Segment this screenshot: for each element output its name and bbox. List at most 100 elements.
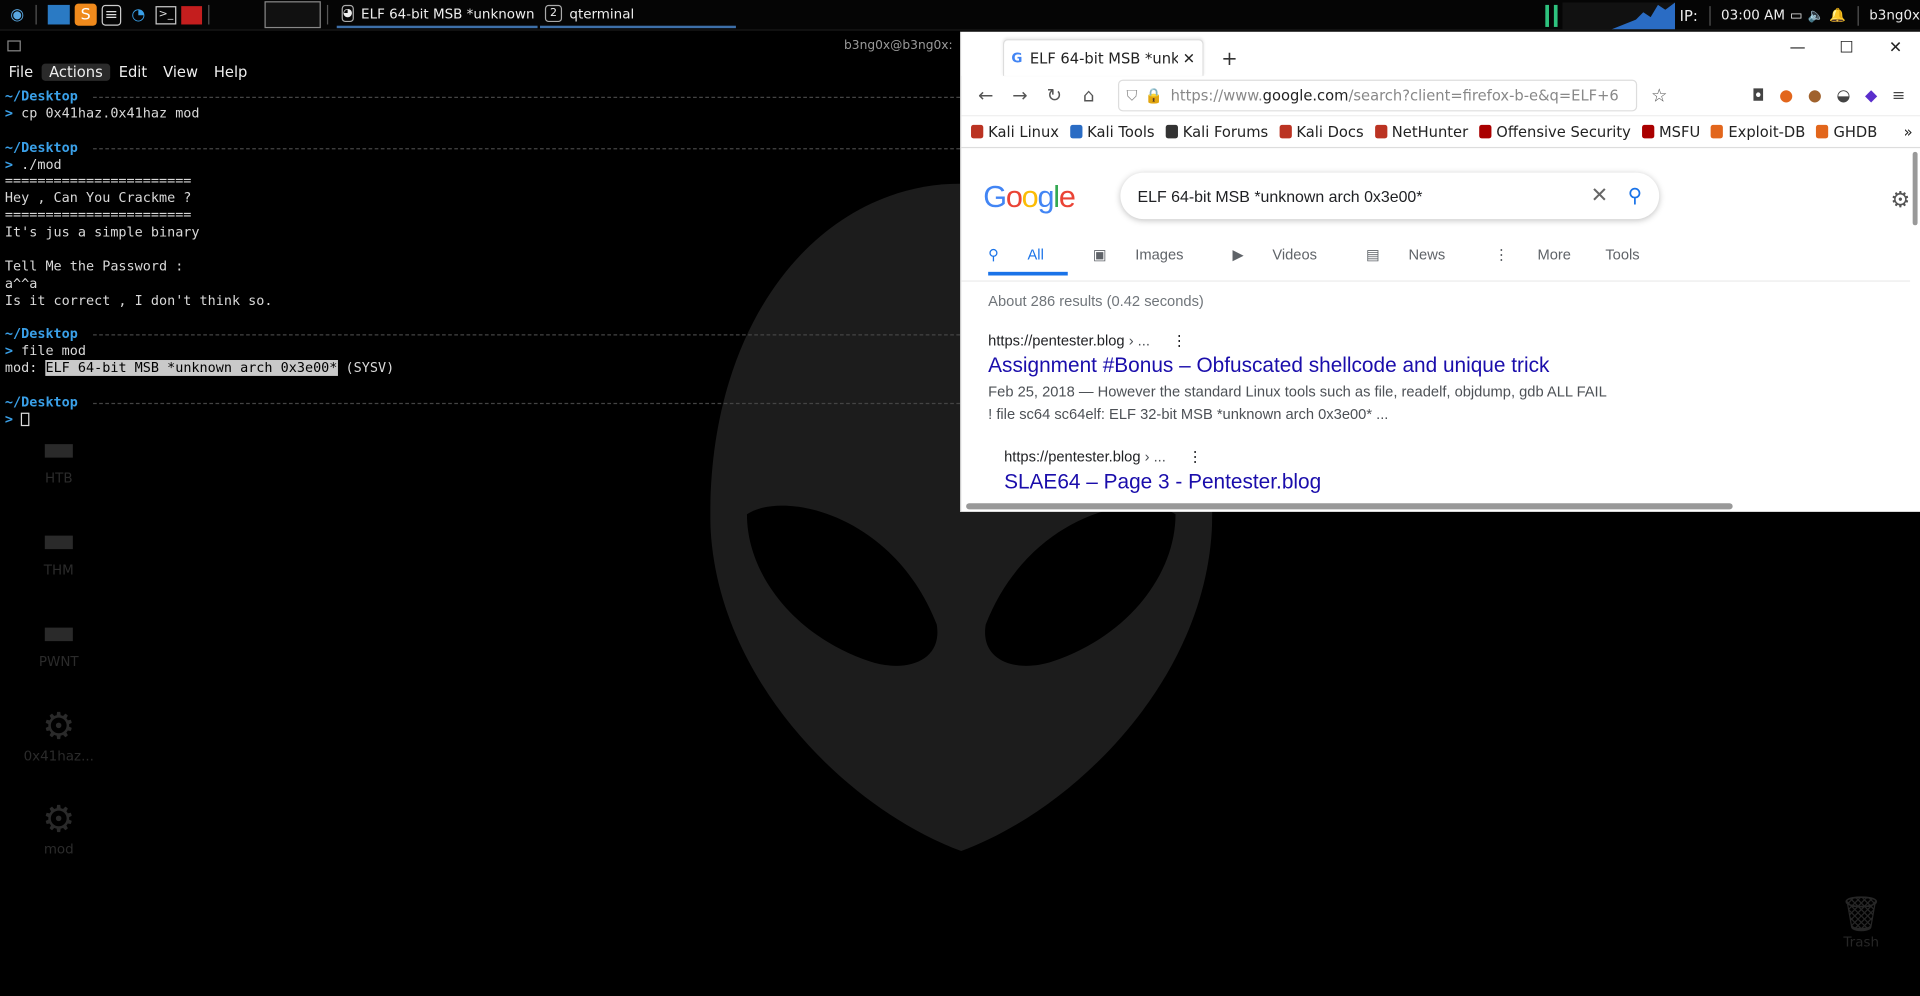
workspace-switcher-icon[interactable] bbox=[264, 1, 321, 29]
shield-icon[interactable]: ⛉ bbox=[1127, 86, 1138, 104]
app-icon-red[interactable] bbox=[181, 5, 203, 24]
bookmark-item[interactable]: Kali Forums bbox=[1165, 123, 1268, 140]
search-box[interactable]: ELF 64-bit MSB *unknown arch 0x3e00* ✕ ⚲ bbox=[1120, 173, 1659, 220]
tab-label: Images bbox=[1135, 246, 1184, 264]
text-editor-icon[interactable]: ≡ bbox=[101, 4, 122, 26]
home-button[interactable]: ⌂ bbox=[1071, 84, 1105, 106]
result-snippet: Feb 25, 2018 — However the standard Linu… bbox=[988, 381, 1625, 425]
more-vert-icon[interactable]: ⋮ bbox=[1172, 332, 1187, 349]
selected-text[interactable]: ELF 64-bit MSB *unknown arch 0x3e00* bbox=[45, 360, 337, 377]
terminal-icon[interactable]: >_ bbox=[155, 5, 177, 24]
close-window-button[interactable]: ✕ bbox=[1871, 32, 1920, 66]
pocket-icon[interactable]: ◘ bbox=[1752, 86, 1765, 104]
trash-icon: 🗑 bbox=[1839, 893, 1883, 935]
tab-more[interactable]: ⋮ More bbox=[1494, 246, 1595, 280]
lock-icon[interactable]: 🔒 bbox=[1145, 87, 1163, 104]
terminal-window-icon bbox=[7, 39, 21, 51]
bookmark-item[interactable]: MSFU bbox=[1641, 123, 1700, 140]
bookmark-item[interactable]: NetHunter bbox=[1374, 123, 1468, 140]
result-cite[interactable]: https://pentester.blog › ... ⋮ bbox=[1004, 448, 1616, 465]
browser-tab[interactable]: G ELF 64-bit MSB *unknown ✕ bbox=[1002, 39, 1204, 76]
menu-actions[interactable]: Actions bbox=[41, 63, 111, 81]
horizontal-scrollbar[interactable] bbox=[966, 503, 1733, 510]
clock[interactable]: 03:00 AM bbox=[1721, 7, 1785, 23]
menu-help[interactable]: Help bbox=[207, 64, 255, 81]
maximize-button[interactable]: ☐ bbox=[1822, 32, 1871, 66]
output-line: mod: ELF 64-bit MSB *unknown arch 0x3e00… bbox=[0, 360, 960, 377]
bookmark-item[interactable]: GHDB bbox=[1816, 123, 1877, 140]
tab-title: ELF 64-bit MSB *unknown bbox=[1029, 49, 1178, 67]
bookmarks-overflow-icon[interactable]: » bbox=[1904, 123, 1913, 140]
notification-icon[interactable]: 🔔 bbox=[1829, 7, 1846, 23]
vertical-scrollbar[interactable] bbox=[1912, 151, 1918, 226]
bookmark-item[interactable]: Kali Tools bbox=[1070, 123, 1155, 140]
clear-search-icon[interactable]: ✕ bbox=[1591, 184, 1608, 208]
prompt-dir: ~/Desktop bbox=[4, 326, 78, 343]
browser-icon[interactable]: ◔ bbox=[126, 2, 150, 26]
task-qterminal[interactable]: 2 qterminal bbox=[540, 1, 736, 29]
new-tab-button[interactable]: + bbox=[1216, 39, 1243, 76]
news-icon: ▤ bbox=[1365, 246, 1384, 264]
kali-menu-icon[interactable]: ◉ bbox=[5, 2, 29, 26]
cite-tail: › ... bbox=[1140, 448, 1166, 466]
close-tab-icon[interactable]: ✕ bbox=[1183, 50, 1195, 67]
extension-icon[interactable]: ◆ bbox=[1865, 86, 1877, 104]
bookmark-star-icon[interactable]: ☆ bbox=[1642, 84, 1676, 106]
taskbar: ◉ S ≡ ◔ >_ ◕ ELF 64-bit MSB *unknown ar..… bbox=[0, 0, 1920, 31]
tab-videos[interactable]: ▶ Videos bbox=[1232, 246, 1341, 280]
volume-icon[interactable]: 🔈 bbox=[1808, 7, 1825, 23]
tab-images[interactable]: ▣ Images bbox=[1093, 246, 1208, 280]
result-title-link[interactable]: SLAE64 – Page 3 - Pentester.blog bbox=[1004, 470, 1616, 494]
browser-navbar: ← → ↻ ⌂ ⛉ 🔒 https://www. google.com/searc… bbox=[961, 76, 1920, 117]
browser-tabbar: G ELF 64-bit MSB *unknown ✕ + — ☐ ✕ bbox=[961, 31, 1920, 76]
kali-icon bbox=[1279, 124, 1292, 139]
url-bar[interactable]: ⛉ 🔒 https://www. google.com/search?client… bbox=[1117, 79, 1638, 112]
desktop-icon-trash[interactable]: 🗑 Trash bbox=[1837, 894, 1886, 950]
extension-icon[interactable]: ● bbox=[1779, 86, 1793, 104]
tools-button[interactable]: Tools bbox=[1605, 246, 1639, 263]
forward-button[interactable]: → bbox=[1003, 84, 1037, 106]
output-suffix: (SYSV) bbox=[337, 360, 395, 377]
output-line: ======================= bbox=[4, 173, 192, 190]
terminal-icon: 2 bbox=[544, 4, 563, 23]
minimize-button[interactable]: — bbox=[1773, 32, 1822, 66]
url-path: /search?client=firefox-b-e&q=ELF+6 bbox=[1348, 86, 1619, 105]
reload-button[interactable]: ↻ bbox=[1037, 84, 1071, 106]
search-input[interactable]: ELF 64-bit MSB *unknown arch 0x3e00* bbox=[1138, 187, 1591, 205]
monitor-icon[interactable]: ▭ bbox=[1790, 7, 1803, 23]
cite-tail: › ... bbox=[1124, 331, 1150, 349]
taskbar-separator bbox=[1857, 5, 1859, 26]
result-cite[interactable]: https://pentester.blog › ... ⋮ bbox=[988, 332, 1625, 349]
menu-icon[interactable]: ≡ bbox=[1892, 86, 1905, 104]
kali-icon bbox=[1165, 124, 1178, 139]
extensions-toolbar: ◘ ● ● ◒ ◆ ≡ bbox=[1752, 86, 1913, 104]
back-button[interactable]: ← bbox=[969, 84, 1003, 106]
bookmark-label: Kali Docs bbox=[1296, 123, 1364, 141]
menu-file[interactable]: File bbox=[1, 64, 40, 81]
result-title-link[interactable]: Assignment #Bonus – Obfuscated shellcode… bbox=[988, 354, 1625, 378]
google-logo[interactable]: Google bbox=[983, 180, 1076, 216]
tab-news[interactable]: ▤ News bbox=[1366, 246, 1470, 280]
more-vert-icon[interactable]: ⋮ bbox=[1188, 448, 1203, 465]
tab-all[interactable]: ⚲ All bbox=[988, 246, 1069, 276]
show-desktop-icon[interactable] bbox=[47, 4, 70, 25]
bookmark-item[interactable]: Offensive Security bbox=[1479, 123, 1631, 140]
bookmark-label: Kali Linux bbox=[988, 123, 1059, 141]
terminal-output[interactable]: ~/Desktop > cp 0x41haz.0x41haz mod ~/Des… bbox=[0, 88, 961, 995]
bookmark-item[interactable]: Kali Linux bbox=[971, 123, 1059, 140]
bookmark-item[interactable]: Exploit-DB bbox=[1711, 123, 1805, 140]
extension-icon[interactable]: ◒ bbox=[1836, 86, 1850, 104]
sublime-icon[interactable]: S bbox=[74, 3, 97, 26]
menu-view[interactable]: View bbox=[156, 64, 206, 81]
task-browser[interactable]: ◕ ELF 64-bit MSB *unknown ar... bbox=[336, 1, 538, 29]
settings-gear-icon[interactable]: ⚙ bbox=[1890, 187, 1910, 213]
terminal-menubar: File Actions Edit View Help bbox=[0, 59, 960, 86]
prompt-divider bbox=[93, 402, 961, 405]
user-label[interactable]: b3ng0x bbox=[1869, 7, 1920, 23]
bookmark-label: GHDB bbox=[1833, 123, 1878, 141]
bookmark-item[interactable]: Kali Docs bbox=[1279, 123, 1364, 141]
snippet-line: — However the standard Linux tools such … bbox=[1074, 383, 1607, 401]
search-icon[interactable]: ⚲ bbox=[1628, 184, 1642, 208]
menu-edit[interactable]: Edit bbox=[111, 64, 154, 81]
cookie-icon[interactable]: ● bbox=[1808, 86, 1822, 104]
